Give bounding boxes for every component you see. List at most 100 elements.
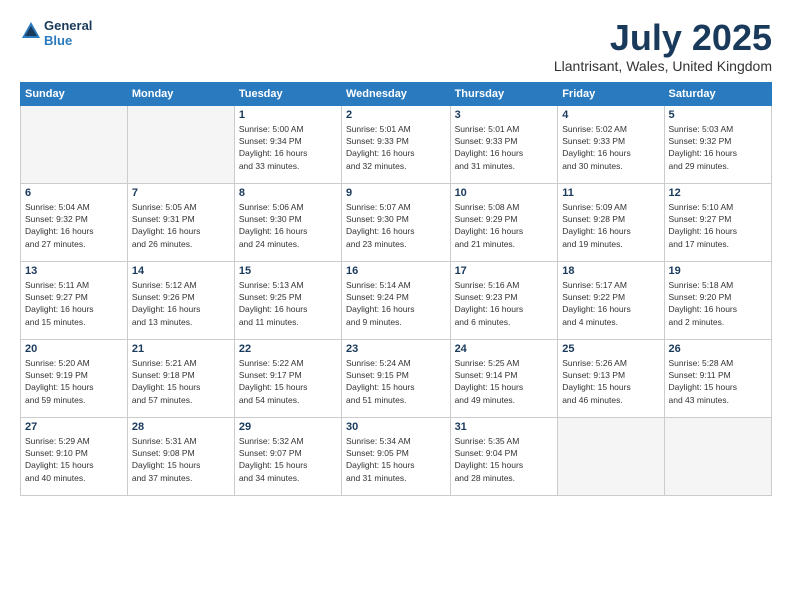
table-row: 22 Sunrise: 5:22 AM Sunset: 9:17 PM Dayli… (234, 339, 341, 417)
day-number: 17 (455, 265, 554, 277)
logo-blue: Blue (44, 33, 92, 48)
table-row: 7Sunrise: 5:05 AM Sunset: 9:31 PM Daylig… (127, 183, 234, 261)
table-row: 18 Sunrise: 5:17 AM Sunset: 9:22 PM Dayli… (558, 261, 664, 339)
day-info: Sunrise: 5:31 AM Sunset: 9:08 PM Dayligh… (132, 435, 230, 484)
table-row: 3 Sunrise: 5:01 AM Sunset: 9:33 PM Daylig… (450, 105, 558, 183)
header-saturday: Saturday (664, 82, 772, 105)
day-info: Sunrise: 5:03 AM Sunset: 9:32 PM Dayligh… (669, 123, 768, 172)
day-number: 3 (455, 109, 554, 121)
header-monday: Monday (127, 82, 234, 105)
calendar-week-row: 27 Sunrise: 5:29 AM Sunset: 9:10 PM Dayli… (21, 417, 772, 495)
table-row: 11 Sunrise: 5:09 AM Sunset: 9:28 PM Dayli… (558, 183, 664, 261)
table-row: 29Sunrise: 5:32 AM Sunset: 9:07 PM Dayli… (234, 417, 341, 495)
table-row: 14 Sunrise: 5:12 AM Sunset: 9:26 PM Dayli… (127, 261, 234, 339)
day-number: 23 (346, 343, 446, 355)
day-info: Sunrise: 5:18 AM Sunset: 9:20 PM Dayligh… (669, 279, 768, 328)
table-row: 13 Sunrise: 5:11 AM Sunset: 9:27 PM Dayli… (21, 261, 128, 339)
day-info: Sunrise: 5:32 AM Sunset: 9:07 PM Dayligh… (239, 435, 337, 484)
table-row: 24 Sunrise: 5:25 AM Sunset: 9:14 PM Dayli… (450, 339, 558, 417)
table-row: 27 Sunrise: 5:29 AM Sunset: 9:10 PM Dayli… (21, 417, 128, 495)
day-number: 15 (239, 265, 337, 277)
day-number: 14 (132, 265, 230, 277)
table-row: 12Sunrise: 5:10 AM Sunset: 9:27 PM Dayli… (664, 183, 772, 261)
table-row: 1 Sunrise: 5:00 AM Sunset: 9:34 PM Daylig… (234, 105, 341, 183)
header: General Blue July 2025 Llantrisant, Wale… (20, 18, 772, 74)
day-number: 27 (25, 421, 123, 433)
day-info: Sunrise: 5:06 AM Sunset: 9:30 PM Dayligh… (239, 201, 337, 250)
table-row: 19 Sunrise: 5:18 AM Sunset: 9:20 PM Dayli… (664, 261, 772, 339)
day-number: 5 (669, 109, 768, 121)
day-number: 18 (562, 265, 659, 277)
day-info: Sunrise: 5:00 AM Sunset: 9:34 PM Dayligh… (239, 123, 337, 172)
day-info: Sunrise: 5:34 AM Sunset: 9:05 PM Dayligh… (346, 435, 446, 484)
table-row (21, 105, 128, 183)
day-info: Sunrise: 5:04 AM Sunset: 9:32 PM Dayligh… (25, 201, 123, 250)
header-thursday: Thursday (450, 82, 558, 105)
table-row: 10Sunrise: 5:08 AM Sunset: 9:29 PM Dayli… (450, 183, 558, 261)
subtitle: Llantrisant, Wales, United Kingdom (554, 58, 772, 74)
table-row: 6 Sunrise: 5:04 AM Sunset: 9:32 PM Daylig… (21, 183, 128, 261)
table-row: 21 Sunrise: 5:21 AM Sunset: 9:18 PM Dayli… (127, 339, 234, 417)
day-number: 26 (669, 343, 768, 355)
day-info: Sunrise: 5:01 AM Sunset: 9:33 PM Dayligh… (455, 123, 554, 172)
day-number: 11 (562, 187, 659, 199)
table-row (127, 105, 234, 183)
day-number: 13 (25, 265, 123, 277)
day-info: Sunrise: 5:12 AM Sunset: 9:26 PM Dayligh… (132, 279, 230, 328)
day-info: Sunrise: 5:35 AM Sunset: 9:04 PM Dayligh… (455, 435, 554, 484)
day-info: Sunrise: 5:29 AM Sunset: 9:10 PM Dayligh… (25, 435, 123, 484)
table-row (664, 417, 772, 495)
day-info: Sunrise: 5:17 AM Sunset: 9:22 PM Dayligh… (562, 279, 659, 328)
day-info: Sunrise: 5:07 AM Sunset: 9:30 PM Dayligh… (346, 201, 446, 250)
day-number: 22 (239, 343, 337, 355)
day-info: Sunrise: 5:10 AM Sunset: 9:27 PM Dayligh… (669, 201, 768, 250)
day-info: Sunrise: 5:02 AM Sunset: 9:33 PM Dayligh… (562, 123, 659, 172)
day-number: 19 (669, 265, 768, 277)
day-number: 4 (562, 109, 659, 121)
day-number: 16 (346, 265, 446, 277)
table-row: 31 Sunrise: 5:35 AM Sunset: 9:04 PM Dayli… (450, 417, 558, 495)
day-number: 20 (25, 343, 123, 355)
day-number: 25 (562, 343, 659, 355)
logo: General Blue (20, 18, 92, 48)
table-row: 4 Sunrise: 5:02 AM Sunset: 9:33 PM Daylig… (558, 105, 664, 183)
day-info: Sunrise: 5:21 AM Sunset: 9:18 PM Dayligh… (132, 357, 230, 406)
header-friday: Friday (558, 82, 664, 105)
calendar-week-row: 6 Sunrise: 5:04 AM Sunset: 9:32 PM Daylig… (21, 183, 772, 261)
day-info: Sunrise: 5:08 AM Sunset: 9:29 PM Dayligh… (455, 201, 554, 250)
table-row: 16 Sunrise: 5:14 AM Sunset: 9:24 PM Dayli… (342, 261, 451, 339)
day-info: Sunrise: 5:01 AM Sunset: 9:33 PM Dayligh… (346, 123, 446, 172)
day-number: 6 (25, 187, 123, 199)
header-tuesday: Tuesday (234, 82, 341, 105)
calendar-week-row: 20 Sunrise: 5:20 AM Sunset: 9:19 PM Dayli… (21, 339, 772, 417)
calendar-week-row: 13 Sunrise: 5:11 AM Sunset: 9:27 PM Dayli… (21, 261, 772, 339)
day-info: Sunrise: 5:14 AM Sunset: 9:24 PM Dayligh… (346, 279, 446, 328)
table-row: 28 Sunrise: 5:31 AM Sunset: 9:08 PM Dayli… (127, 417, 234, 495)
logo-icon (20, 20, 42, 42)
day-info: Sunrise: 5:13 AM Sunset: 9:25 PM Dayligh… (239, 279, 337, 328)
day-info: Sunrise: 5:22 AM Sunset: 9:17 PM Dayligh… (239, 357, 337, 406)
day-number: 24 (455, 343, 554, 355)
logo-general: General (44, 18, 92, 33)
day-number: 2 (346, 109, 446, 121)
day-info: Sunrise: 5:20 AM Sunset: 9:19 PM Dayligh… (25, 357, 123, 406)
calendar: Sunday Monday Tuesday Wednesday Thursday… (20, 82, 772, 496)
day-info: Sunrise: 5:28 AM Sunset: 9:11 PM Dayligh… (669, 357, 768, 406)
table-row: 17Sunrise: 5:16 AM Sunset: 9:23 PM Dayli… (450, 261, 558, 339)
table-row: 20 Sunrise: 5:20 AM Sunset: 9:19 PM Dayli… (21, 339, 128, 417)
main-title: July 2025 (554, 18, 772, 58)
day-info: Sunrise: 5:11 AM Sunset: 9:27 PM Dayligh… (25, 279, 123, 328)
day-number: 21 (132, 343, 230, 355)
day-info: Sunrise: 5:25 AM Sunset: 9:14 PM Dayligh… (455, 357, 554, 406)
table-row: 30Sunrise: 5:34 AM Sunset: 9:05 PM Dayli… (342, 417, 451, 495)
table-row: 26 Sunrise: 5:28 AM Sunset: 9:11 PM Dayli… (664, 339, 772, 417)
day-number: 28 (132, 421, 230, 433)
day-number: 31 (455, 421, 554, 433)
table-row (558, 417, 664, 495)
title-block: July 2025 Llantrisant, Wales, United Kin… (554, 18, 772, 74)
calendar-week-row: 1 Sunrise: 5:00 AM Sunset: 9:34 PM Daylig… (21, 105, 772, 183)
day-number: 7 (132, 187, 230, 199)
calendar-header-row: Sunday Monday Tuesday Wednesday Thursday… (21, 82, 772, 105)
day-number: 1 (239, 109, 337, 121)
day-info: Sunrise: 5:09 AM Sunset: 9:28 PM Dayligh… (562, 201, 659, 250)
